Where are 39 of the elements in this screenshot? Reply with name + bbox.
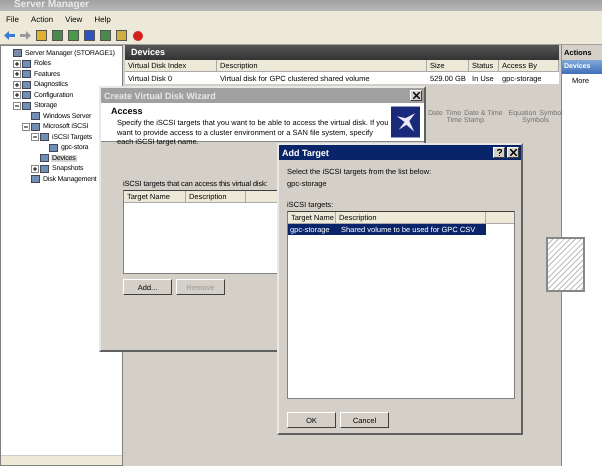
- node-icon: [22, 60, 31, 68]
- menu-item[interactable]: File: [6, 14, 19, 24]
- stop-icon[interactable]: [131, 29, 144, 42]
- dialog-title: Add Target: [282, 148, 329, 158]
- collapse-icon[interactable]: [22, 122, 30, 131]
- page-heading: Access: [111, 106, 144, 116]
- close-icon: [412, 92, 420, 99]
- node-icon: [31, 175, 40, 184]
- node-icon: [40, 164, 49, 173]
- menu-item[interactable]: Action: [30, 14, 54, 24]
- node-icon: [22, 70, 31, 78]
- pane-title: Devices: [124, 45, 559, 60]
- node-icon: [40, 133, 49, 142]
- wizard-icon: [391, 106, 420, 138]
- window-title: Server Manager: [0, 0, 602, 11]
- expand-icon[interactable]: [13, 91, 21, 100]
- menu-item[interactable]: Help: [94, 14, 111, 24]
- menu-item[interactable]: View: [65, 14, 82, 24]
- close-button[interactable]: [410, 90, 422, 101]
- node-icon: [49, 144, 58, 152]
- close-icon: [510, 149, 516, 156]
- node-icon: [13, 49, 22, 58]
- expand-icon[interactable]: [31, 164, 39, 173]
- dialog-title: Create Virtual Disk Wizard: [104, 90, 216, 100]
- node-icon: [31, 112, 40, 120]
- collapse-icon[interactable]: [13, 102, 21, 110]
- help-button[interactable]: [493, 147, 505, 158]
- expand-icon[interactable]: [13, 70, 21, 78]
- expand-icon[interactable]: [13, 80, 21, 89]
- node-icon: [22, 80, 31, 89]
- collapse-icon[interactable]: [31, 133, 39, 142]
- node-icon: [31, 122, 40, 131]
- node-icon: [22, 102, 31, 110]
- expand-icon[interactable]: [13, 60, 21, 68]
- node-icon: [40, 154, 49, 162]
- node-icon: [22, 91, 31, 100]
- back-icon[interactable]: [3, 29, 16, 42]
- scrollbar[interactable]: [1, 455, 122, 465]
- close-button[interactable]: [507, 147, 519, 158]
